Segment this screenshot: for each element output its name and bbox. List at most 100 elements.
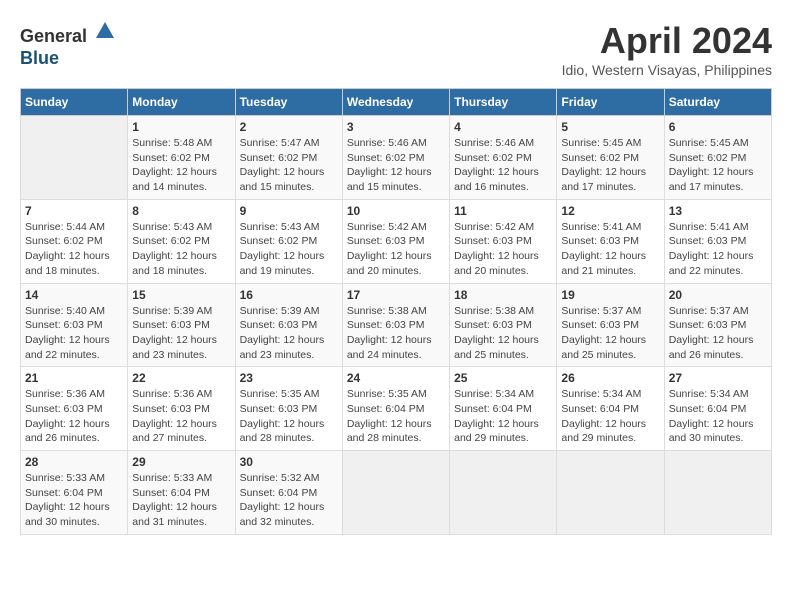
calendar-week-row: 14Sunrise: 5:40 AM Sunset: 6:03 PM Dayli… <box>21 283 772 367</box>
day-number: 21 <box>25 371 123 385</box>
logo-icon <box>94 20 116 42</box>
day-info: Sunrise: 5:43 AM Sunset: 6:02 PM Dayligh… <box>132 220 230 279</box>
day-info: Sunrise: 5:46 AM Sunset: 6:02 PM Dayligh… <box>347 136 445 195</box>
day-number: 11 <box>454 204 552 218</box>
day-info: Sunrise: 5:44 AM Sunset: 6:02 PM Dayligh… <box>25 220 123 279</box>
title-block: April 2024 Idio, Western Visayas, Philip… <box>562 20 772 78</box>
day-number: 1 <box>132 120 230 134</box>
calendar-cell: 10Sunrise: 5:42 AM Sunset: 6:03 PM Dayli… <box>342 199 449 283</box>
day-info: Sunrise: 5:43 AM Sunset: 6:02 PM Dayligh… <box>240 220 338 279</box>
page-header: General Blue April 2024 Idio, Western Vi… <box>20 20 772 78</box>
day-number: 25 <box>454 371 552 385</box>
day-number: 16 <box>240 288 338 302</box>
location: Idio, Western Visayas, Philippines <box>562 62 772 78</box>
calendar-cell: 29Sunrise: 5:33 AM Sunset: 6:04 PM Dayli… <box>128 451 235 535</box>
calendar-cell: 26Sunrise: 5:34 AM Sunset: 6:04 PM Dayli… <box>557 367 664 451</box>
calendar-cell: 4 Sunrise: 5:46 AM Sunset: 6:02 PM Daylig… <box>450 116 557 200</box>
weekday-header: Friday <box>557 89 664 116</box>
calendar-cell: 12 Sunrise: 5:41 AM Sunset: 6:03 PM Dayli… <box>557 199 664 283</box>
calendar-cell: 16 Sunrise: 5:39 AM Sunset: 6:03 PM Dayli… <box>235 283 342 367</box>
day-number: 10 <box>347 204 445 218</box>
day-number: 30 <box>240 455 338 469</box>
day-info: Sunrise: 5:38 AM Sunset: 6:03 PM Dayligh… <box>454 304 552 363</box>
day-number: 12 <box>561 204 659 218</box>
calendar-cell <box>342 451 449 535</box>
calendar-cell: 23 Sunrise: 5:35 AM Sunset: 6:03 PM Dayli… <box>235 367 342 451</box>
day-info: Sunrise: 5:39 AM Sunset: 6:03 PM Dayligh… <box>240 304 338 363</box>
calendar-cell: 11 Sunrise: 5:42 AM Sunset: 6:03 PM Dayli… <box>450 199 557 283</box>
weekday-header: Sunday <box>21 89 128 116</box>
day-info: Sunrise: 5:45 AM Sunset: 6:02 PM Dayligh… <box>669 136 767 195</box>
day-number: 26 <box>561 371 659 385</box>
day-info: Sunrise: 5:39 AM Sunset: 6:03 PM Dayligh… <box>132 304 230 363</box>
day-info: Sunrise: 5:42 AM Sunset: 6:03 PM Dayligh… <box>454 220 552 279</box>
day-number: 4 <box>454 120 552 134</box>
calendar-cell: 30 Sunrise: 5:32 AM Sunset: 6:04 PM Dayli… <box>235 451 342 535</box>
calendar-week-row: 7 Sunrise: 5:44 AM Sunset: 6:02 PM Daylig… <box>21 199 772 283</box>
day-info: Sunrise: 5:47 AM Sunset: 6:02 PM Dayligh… <box>240 136 338 195</box>
calendar-cell: 2 Sunrise: 5:47 AM Sunset: 6:02 PM Daylig… <box>235 116 342 200</box>
weekday-header: Tuesday <box>235 89 342 116</box>
calendar-cell <box>664 451 771 535</box>
calendar-cell: 20 Sunrise: 5:37 AM Sunset: 6:03 PM Dayli… <box>664 283 771 367</box>
calendar-cell: 28 Sunrise: 5:33 AM Sunset: 6:04 PM Dayli… <box>21 451 128 535</box>
calendar-cell: 7 Sunrise: 5:44 AM Sunset: 6:02 PM Daylig… <box>21 199 128 283</box>
calendar-cell: 21 Sunrise: 5:36 AM Sunset: 6:03 PM Dayli… <box>21 367 128 451</box>
calendar-cell: 1 Sunrise: 5:48 AM Sunset: 6:02 PM Daylig… <box>128 116 235 200</box>
calendar-cell: 9 Sunrise: 5:43 AM Sunset: 6:02 PM Daylig… <box>235 199 342 283</box>
day-info: Sunrise: 5:46 AM Sunset: 6:02 PM Dayligh… <box>454 136 552 195</box>
calendar-cell: 6 Sunrise: 5:45 AM Sunset: 6:02 PM Daylig… <box>664 116 771 200</box>
day-number: 20 <box>669 288 767 302</box>
day-info: Sunrise: 5:41 AM Sunset: 6:03 PM Dayligh… <box>561 220 659 279</box>
day-info: Sunrise: 5:33 AM Sunset: 6:04 PM Dayligh… <box>25 471 123 530</box>
month-title: April 2024 <box>562 20 772 62</box>
day-number: 27 <box>669 371 767 385</box>
calendar-cell: 19 Sunrise: 5:37 AM Sunset: 6:03 PM Dayli… <box>557 283 664 367</box>
day-number: 29 <box>132 455 230 469</box>
day-info: Sunrise: 5:45 AM Sunset: 6:02 PM Dayligh… <box>561 136 659 195</box>
calendar-week-row: 21 Sunrise: 5:36 AM Sunset: 6:03 PM Dayli… <box>21 367 772 451</box>
day-info: Sunrise: 5:34 AM Sunset: 6:04 PM Dayligh… <box>669 387 767 446</box>
day-number: 3 <box>347 120 445 134</box>
day-info: Sunrise: 5:38 AM Sunset: 6:03 PM Dayligh… <box>347 304 445 363</box>
calendar-cell: 18 Sunrise: 5:38 AM Sunset: 6:03 PM Dayli… <box>450 283 557 367</box>
day-number: 5 <box>561 120 659 134</box>
day-info: Sunrise: 5:32 AM Sunset: 6:04 PM Dayligh… <box>240 471 338 530</box>
day-info: Sunrise: 5:35 AM Sunset: 6:04 PM Dayligh… <box>347 387 445 446</box>
day-info: Sunrise: 5:48 AM Sunset: 6:02 PM Dayligh… <box>132 136 230 195</box>
day-info: Sunrise: 5:36 AM Sunset: 6:03 PM Dayligh… <box>132 387 230 446</box>
day-number: 19 <box>561 288 659 302</box>
day-info: Sunrise: 5:37 AM Sunset: 6:03 PM Dayligh… <box>669 304 767 363</box>
day-number: 15 <box>132 288 230 302</box>
day-info: Sunrise: 5:41 AM Sunset: 6:03 PM Dayligh… <box>669 220 767 279</box>
calendar-cell <box>557 451 664 535</box>
calendar-cell: 22 Sunrise: 5:36 AM Sunset: 6:03 PM Dayli… <box>128 367 235 451</box>
weekday-header: Monday <box>128 89 235 116</box>
calendar-cell <box>21 116 128 200</box>
calendar-cell: 8Sunrise: 5:43 AM Sunset: 6:02 PM Daylig… <box>128 199 235 283</box>
day-number: 24 <box>347 371 445 385</box>
calendar-cell <box>450 451 557 535</box>
day-number: 7 <box>25 204 123 218</box>
calendar-cell: 17Sunrise: 5:38 AM Sunset: 6:03 PM Dayli… <box>342 283 449 367</box>
day-number: 28 <box>25 455 123 469</box>
day-number: 9 <box>240 204 338 218</box>
day-info: Sunrise: 5:34 AM Sunset: 6:04 PM Dayligh… <box>454 387 552 446</box>
logo: General Blue <box>20 20 116 69</box>
calendar-cell: 25 Sunrise: 5:34 AM Sunset: 6:04 PM Dayli… <box>450 367 557 451</box>
calendar-week-row: 28 Sunrise: 5:33 AM Sunset: 6:04 PM Dayli… <box>21 451 772 535</box>
day-info: Sunrise: 5:36 AM Sunset: 6:03 PM Dayligh… <box>25 387 123 446</box>
day-number: 18 <box>454 288 552 302</box>
calendar-table: SundayMondayTuesdayWednesdayThursdayFrid… <box>20 88 772 535</box>
day-info: Sunrise: 5:35 AM Sunset: 6:03 PM Dayligh… <box>240 387 338 446</box>
day-info: Sunrise: 5:37 AM Sunset: 6:03 PM Dayligh… <box>561 304 659 363</box>
calendar-cell: 3 Sunrise: 5:46 AM Sunset: 6:02 PM Daylig… <box>342 116 449 200</box>
day-number: 23 <box>240 371 338 385</box>
day-number: 6 <box>669 120 767 134</box>
calendar-cell: 14Sunrise: 5:40 AM Sunset: 6:03 PM Dayli… <box>21 283 128 367</box>
day-number: 2 <box>240 120 338 134</box>
logo-text: General <box>20 20 116 48</box>
day-number: 22 <box>132 371 230 385</box>
weekday-header: Wednesday <box>342 89 449 116</box>
calendar-cell: 5 Sunrise: 5:45 AM Sunset: 6:02 PM Daylig… <box>557 116 664 200</box>
